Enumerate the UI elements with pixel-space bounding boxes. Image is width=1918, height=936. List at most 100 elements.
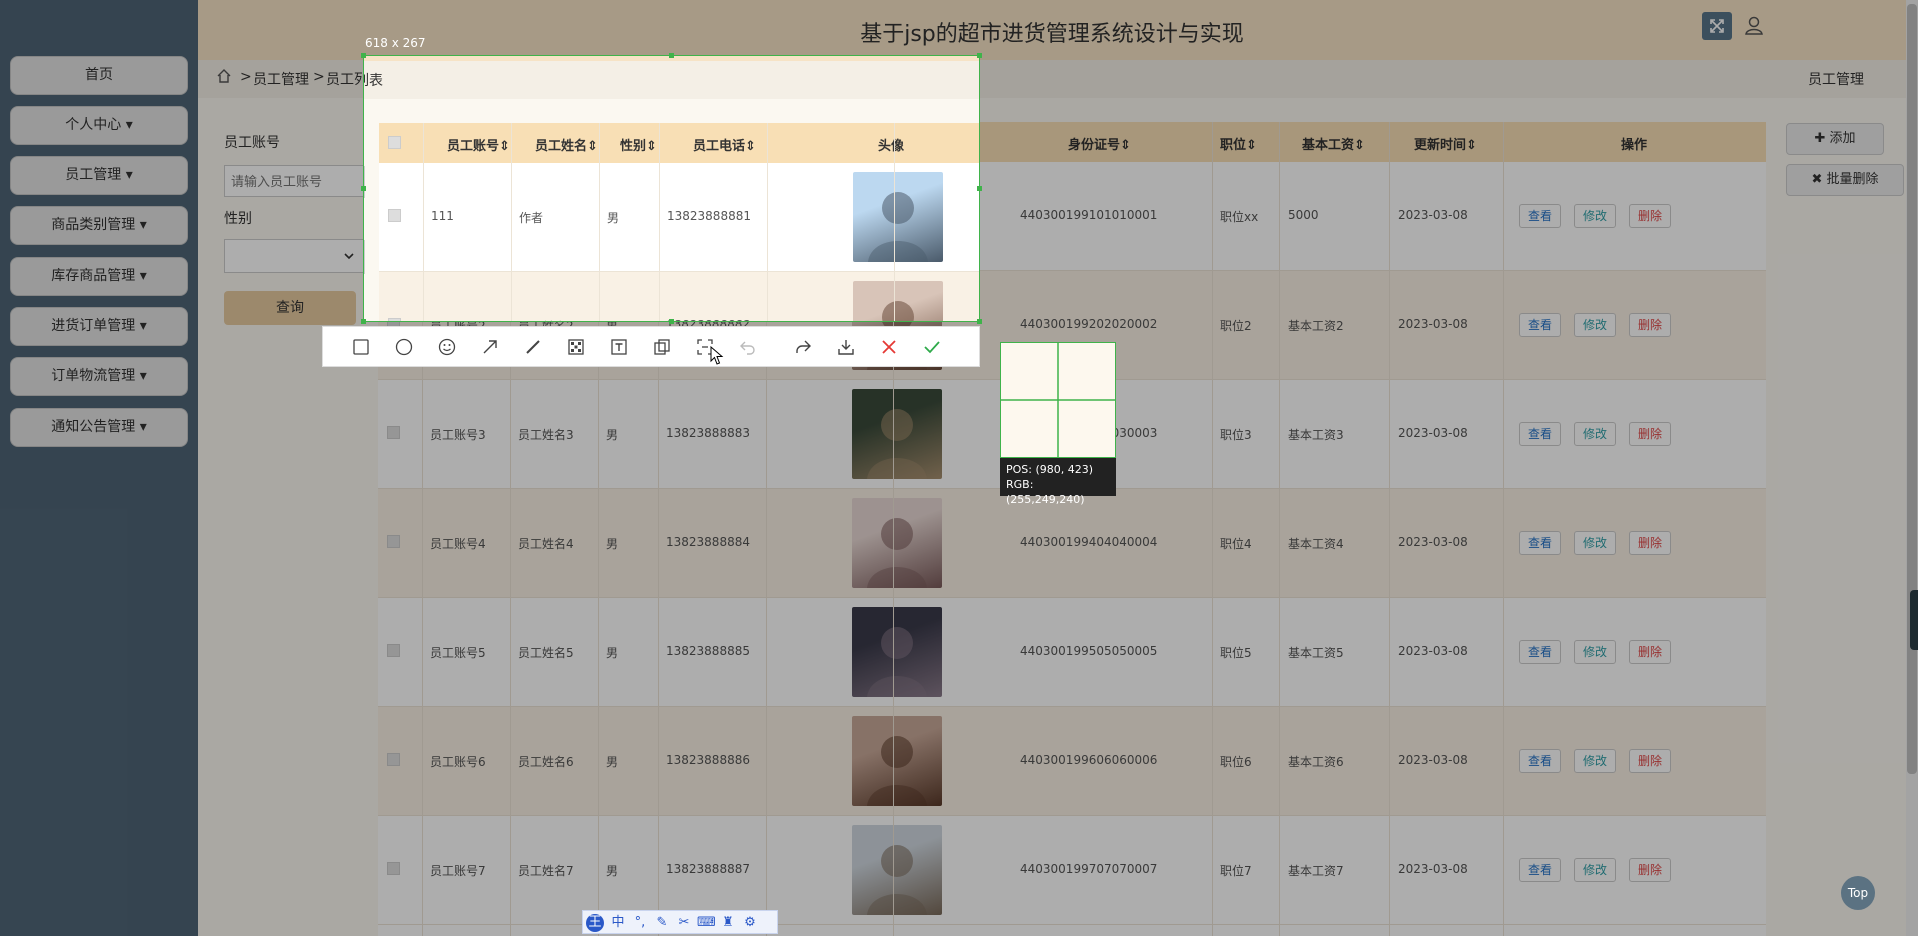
resize-handle[interactable] (977, 186, 982, 191)
header-gender[interactable]: 性别⇕ (620, 135, 657, 154)
sidebar-item-stock-management[interactable]: 库存商品管理 ▾ (10, 257, 188, 296)
header-position[interactable]: 职位⇕ (1220, 134, 1257, 153)
resize-handle[interactable] (361, 53, 366, 58)
sidebar-item-notice-management[interactable]: 通知公告管理 ▾ (10, 408, 188, 447)
sidebar-item-category-management[interactable]: 商品类别管理 ▾ (10, 206, 188, 245)
scissors-icon[interactable]: ✂ (675, 914, 693, 932)
delete-button[interactable]: 删除 (1629, 640, 1672, 664)
view-button[interactable]: 查看 (1519, 204, 1562, 228)
resize-handle[interactable] (361, 186, 366, 191)
breadcrumb-separator: > (313, 69, 325, 85)
view-button[interactable]: 查看 (1519, 858, 1562, 882)
row-checkbox[interactable] (387, 535, 400, 548)
rectangle-icon[interactable] (351, 337, 371, 357)
sidebar-item-purchase-order-management[interactable]: 进货订单管理 ▾ (10, 307, 188, 346)
confirm-icon[interactable] (922, 337, 942, 357)
avatar (853, 281, 943, 321)
edit-button[interactable]: 修改 (1574, 749, 1617, 773)
punctuation-icon[interactable]: °, (631, 914, 649, 932)
row-checkbox[interactable] (387, 753, 400, 766)
cell-updated: 2023-03-08 (1398, 208, 1468, 222)
mosaic-icon[interactable] (566, 337, 586, 357)
download-icon[interactable] (836, 337, 856, 357)
cancel-icon[interactable] (879, 337, 899, 357)
view-button[interactable]: 查看 (1519, 531, 1562, 555)
capture-toolbar (322, 326, 980, 367)
view-button[interactable]: 查看 (1519, 749, 1562, 773)
keyboard-icon[interactable]: ⌨ (697, 914, 716, 932)
header-id-number[interactable]: 身份证号⇕ (1068, 134, 1131, 153)
user-icon[interactable] (1739, 11, 1769, 41)
query-button[interactable]: 查询 (224, 291, 356, 325)
edit-button[interactable]: 修改 (1574, 531, 1617, 555)
delete-button[interactable]: 删除 (1629, 204, 1672, 228)
line-icon[interactable] (523, 337, 543, 357)
view-button[interactable]: 查看 (1519, 640, 1562, 664)
resize-handle[interactable] (361, 319, 366, 324)
header-account[interactable]: 员工账号⇕ (447, 135, 510, 154)
batch-delete-button[interactable]: ✖ 批量删除 (1786, 164, 1904, 196)
edit-button[interactable]: 修改 (1574, 858, 1617, 882)
sidebar-item-logistics-management[interactable]: 订单物流管理 ▾ (10, 357, 188, 396)
gender-select[interactable] (364, 240, 365, 274)
row-checkbox[interactable] (387, 426, 400, 439)
fullscreen-icon[interactable] (1702, 12, 1732, 40)
circle-icon[interactable] (394, 337, 414, 357)
resize-handle[interactable] (977, 53, 982, 58)
delete-button[interactable]: 删除 (1629, 858, 1672, 882)
view-button[interactable]: 查看 (1519, 313, 1562, 337)
handwriting-icon[interactable]: ✎ (653, 914, 671, 932)
add-button[interactable]: ✚ 添加 (1786, 123, 1884, 155)
skin-icon[interactable]: ♜ (719, 914, 737, 932)
row-checkbox[interactable] (388, 318, 401, 321)
edit-button[interactable]: 修改 (1574, 204, 1617, 228)
delete-button[interactable]: 删除 (1629, 313, 1672, 337)
row-checkbox[interactable] (387, 644, 400, 657)
cell-account: 111 (431, 209, 454, 223)
resize-handle[interactable] (669, 319, 674, 324)
view-button[interactable]: 查看 (1519, 422, 1562, 446)
edit-button[interactable]: 修改 (1574, 422, 1617, 446)
ime-mode-toggle[interactable]: 中 (609, 914, 627, 932)
edit-button[interactable]: 修改 (1574, 313, 1617, 337)
row-checkbox[interactable] (388, 209, 401, 222)
delete-button[interactable]: 删除 (1629, 749, 1672, 773)
gear-icon[interactable]: ⚙ (741, 914, 759, 932)
ime-logo-icon[interactable]: 王 (586, 914, 604, 932)
cell-updated: 2023-03-08 (1398, 862, 1468, 876)
capture-selection-region[interactable]: 基于jsp的超市进货管理系统设计与实现 > 员工管理 > 员工列表 员工管理 员… (363, 55, 980, 322)
header-name[interactable]: 员工姓名⇕ (535, 135, 598, 154)
header-phone[interactable]: 员工电话⇕ (693, 135, 756, 154)
row-checkbox[interactable] (387, 862, 400, 875)
table-header-row: 员工账号⇕ 员工姓名⇕ 性别⇕ 员工电话⇕ 头像 身份证号⇕ 职位⇕ 基本工资⇕… (379, 123, 979, 163)
cell-account: 员工账号6 (430, 755, 486, 769)
resize-handle[interactable] (669, 53, 674, 58)
text-icon[interactable] (609, 337, 629, 357)
delete-button[interactable]: 删除 (1629, 422, 1672, 446)
emoji-icon[interactable] (437, 337, 457, 357)
breadcrumb-item-employee-management[interactable]: 员工管理 (253, 69, 309, 89)
pin-icon[interactable] (652, 337, 672, 357)
column-divider (894, 123, 895, 321)
header-salary[interactable]: 基本工资⇕ (1302, 134, 1365, 153)
back-to-top-button[interactable]: Top (1841, 876, 1875, 910)
resize-handle[interactable] (977, 319, 982, 324)
account-search-input[interactable] (364, 166, 365, 198)
add-button-label: 添加 (1829, 131, 1856, 146)
account-search-input[interactable] (224, 165, 364, 197)
arrow-icon[interactable] (480, 337, 500, 357)
side-float-tab[interactable] (1910, 590, 1918, 650)
cell-phone: 13823888886 (666, 753, 750, 767)
sidebar-item-home[interactable]: 首页 (10, 56, 188, 95)
header-updated[interactable]: 更新时间⇕ (1414, 134, 1477, 153)
select-all-checkbox[interactable] (388, 136, 401, 149)
cell-phone: 13823888887 (666, 862, 750, 876)
page-scrollbar-thumb[interactable] (1907, 4, 1917, 774)
delete-button[interactable]: 删除 (1629, 531, 1672, 555)
home-icon[interactable] (216, 68, 232, 88)
edit-button[interactable]: 修改 (1574, 640, 1617, 664)
cursor-position: POS: (980, 423) (1006, 463, 1094, 476)
sidebar-item-personal-center[interactable]: 个人中心 ▾ (10, 106, 188, 145)
share-icon[interactable] (793, 337, 813, 357)
sidebar-item-employee-management[interactable]: 员工管理 ▾ (10, 156, 188, 195)
